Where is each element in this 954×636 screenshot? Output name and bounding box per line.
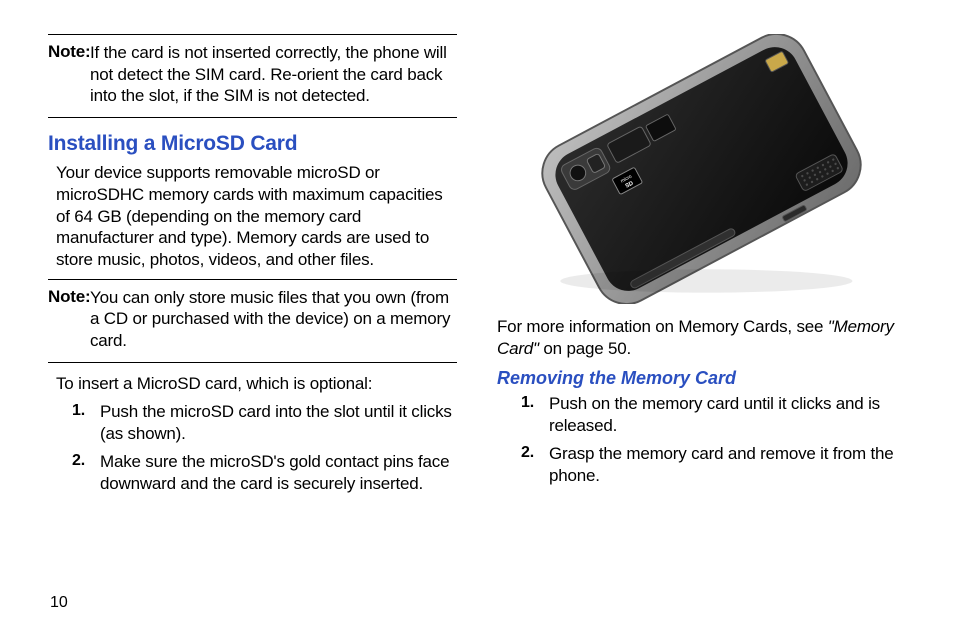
note-rule-top [48, 34, 457, 35]
step-text: Grasp the memory card and remove it from… [549, 444, 894, 485]
phone-back-illustration-icon: micro SD [497, 34, 906, 304]
step-number: 1. [72, 401, 85, 422]
page-number: 10 [50, 594, 68, 612]
note-sim: Note: If the card is not inserted correc… [48, 37, 457, 111]
step-text: Push the microSD card into the slot unti… [100, 402, 452, 443]
list-item: 1. Push the microSD card into the slot u… [72, 401, 457, 445]
step-text: Push on the memory card until it clicks … [549, 394, 880, 435]
note-text: If the card is not inserted correctly, t… [90, 42, 457, 107]
step-number: 1. [521, 393, 534, 414]
subheading-removing: Removing the Memory Card [497, 368, 906, 389]
note-label: Note: [48, 287, 90, 306]
intro-paragraph: Your device supports removable microSD o… [56, 162, 457, 271]
two-column-layout: Note: If the card is not inserted correc… [48, 34, 906, 501]
left-column: Note: If the card is not inserted correc… [48, 34, 457, 501]
note-label: Note: [48, 42, 90, 61]
device-figure: micro SD [497, 34, 906, 304]
step-number: 2. [72, 451, 85, 472]
step-text: Make sure the microSD's gold contact pin… [100, 452, 449, 493]
note-music: Note: You can only store music files tha… [48, 282, 457, 356]
note2-rule-bottom [48, 362, 457, 363]
list-item: 1. Push on the memory card until it clic… [521, 393, 906, 437]
insert-steps-list: 1. Push the microSD card into the slot u… [48, 401, 457, 495]
note2-rule-top [48, 279, 457, 280]
ref-post: on page 50. [539, 339, 631, 358]
right-column: micro SD [497, 34, 906, 501]
ref-pre: For more information on Memory Cards, se… [497, 317, 828, 336]
section-heading-installing: Installing a MicroSD Card [48, 132, 457, 156]
reference-paragraph: For more information on Memory Cards, se… [497, 316, 906, 360]
manual-page: Note: If the card is not inserted correc… [0, 0, 954, 636]
list-item: 2. Grasp the memory card and remove it f… [521, 443, 906, 487]
list-item: 2. Make sure the microSD's gold contact … [72, 451, 457, 495]
remove-steps-list: 1. Push on the memory card until it clic… [497, 393, 906, 487]
note-rule-bottom [48, 117, 457, 118]
insert-lead: To insert a MicroSD card, which is optio… [56, 373, 457, 395]
note-text: You can only store music files that you … [90, 287, 457, 352]
step-number: 2. [521, 443, 534, 464]
